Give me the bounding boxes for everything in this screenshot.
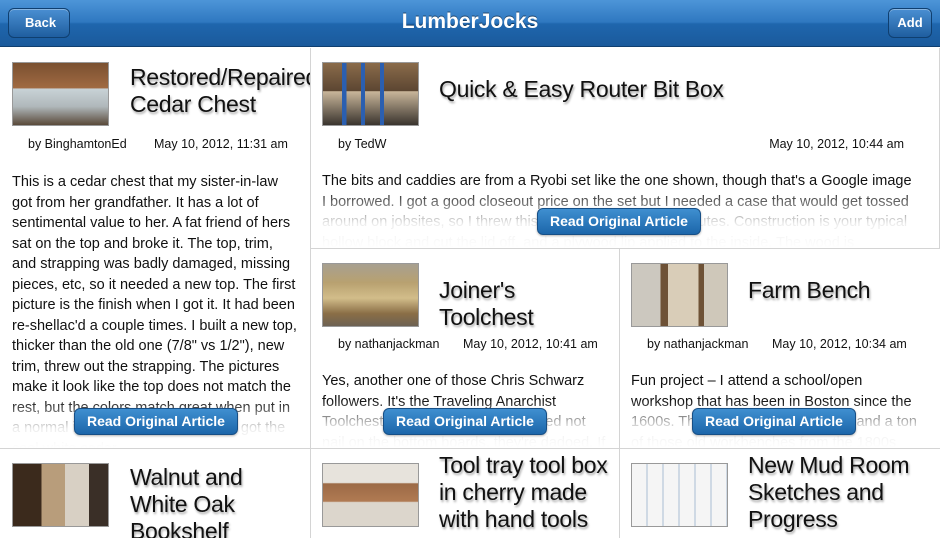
article-date: May 10, 2012, 10:34 am xyxy=(772,337,907,351)
article-card-farm-bench[interactable]: Farm Bench by nathanjackman May 10, 2012… xyxy=(620,249,940,449)
article-card-tool-tray[interactable]: Tool tray tool box in cherry made with h… xyxy=(311,449,620,538)
article-title[interactable]: Joiner's Toolchest xyxy=(439,277,611,331)
add-button[interactable]: Add xyxy=(888,8,932,38)
article-date: May 10, 2012, 11:31 am xyxy=(154,137,288,151)
article-thumbnail[interactable] xyxy=(12,463,109,527)
read-original-article-button[interactable]: Read Original Article xyxy=(692,408,856,435)
read-original-article-button[interactable]: Read Original Article xyxy=(74,408,238,435)
article-title[interactable]: Tool tray tool box in cherry made with h… xyxy=(439,452,611,533)
article-thumbnail[interactable] xyxy=(322,263,419,327)
article-card-walnut-bookshelf[interactable]: Walnut and White Oak Bookshelf xyxy=(0,449,311,538)
article-author: by TedW xyxy=(338,137,387,151)
article-date: May 10, 2012, 10:41 am xyxy=(463,337,598,351)
article-thumbnail[interactable] xyxy=(631,263,728,327)
read-original-article-button[interactable]: Read Original Article xyxy=(537,208,701,235)
navigation-bar: Back LumberJocks Add xyxy=(0,0,940,47)
article-card-cedar-chest[interactable]: Restored/Repaired Cedar Chest by Bingham… xyxy=(0,48,311,449)
article-author: by BinghamtonEd xyxy=(28,137,127,151)
article-title[interactable]: Walnut and White Oak Bookshelf xyxy=(130,464,302,538)
article-card-router-bit-box[interactable]: Quick & Easy Router Bit Box by TedW May … xyxy=(311,48,940,249)
app-title: LumberJocks xyxy=(401,10,539,33)
article-title[interactable]: Farm Bench xyxy=(748,277,932,304)
article-date: May 10, 2012, 10:44 am xyxy=(769,137,904,151)
article-thumbnail[interactable] xyxy=(631,463,728,527)
read-original-article-button[interactable]: Read Original Article xyxy=(383,408,547,435)
article-thumbnail[interactable] xyxy=(322,62,419,126)
article-thumbnail[interactable] xyxy=(322,463,419,527)
article-title[interactable]: New Mud Room Sketches and Progress xyxy=(748,452,932,533)
article-title[interactable]: Restored/Repaired Cedar Chest xyxy=(130,64,310,118)
article-author: by nathanjackman xyxy=(338,337,440,351)
article-thumbnail[interactable] xyxy=(12,62,109,126)
article-title[interactable]: Quick & Easy Router Bit Box xyxy=(439,76,931,103)
article-author: by nathanjackman xyxy=(647,337,749,351)
article-card-mud-room[interactable]: New Mud Room Sketches and Progress xyxy=(620,449,940,538)
article-card-joiners-toolchest[interactable]: Joiner's Toolchest by nathanjackman May … xyxy=(311,249,620,449)
